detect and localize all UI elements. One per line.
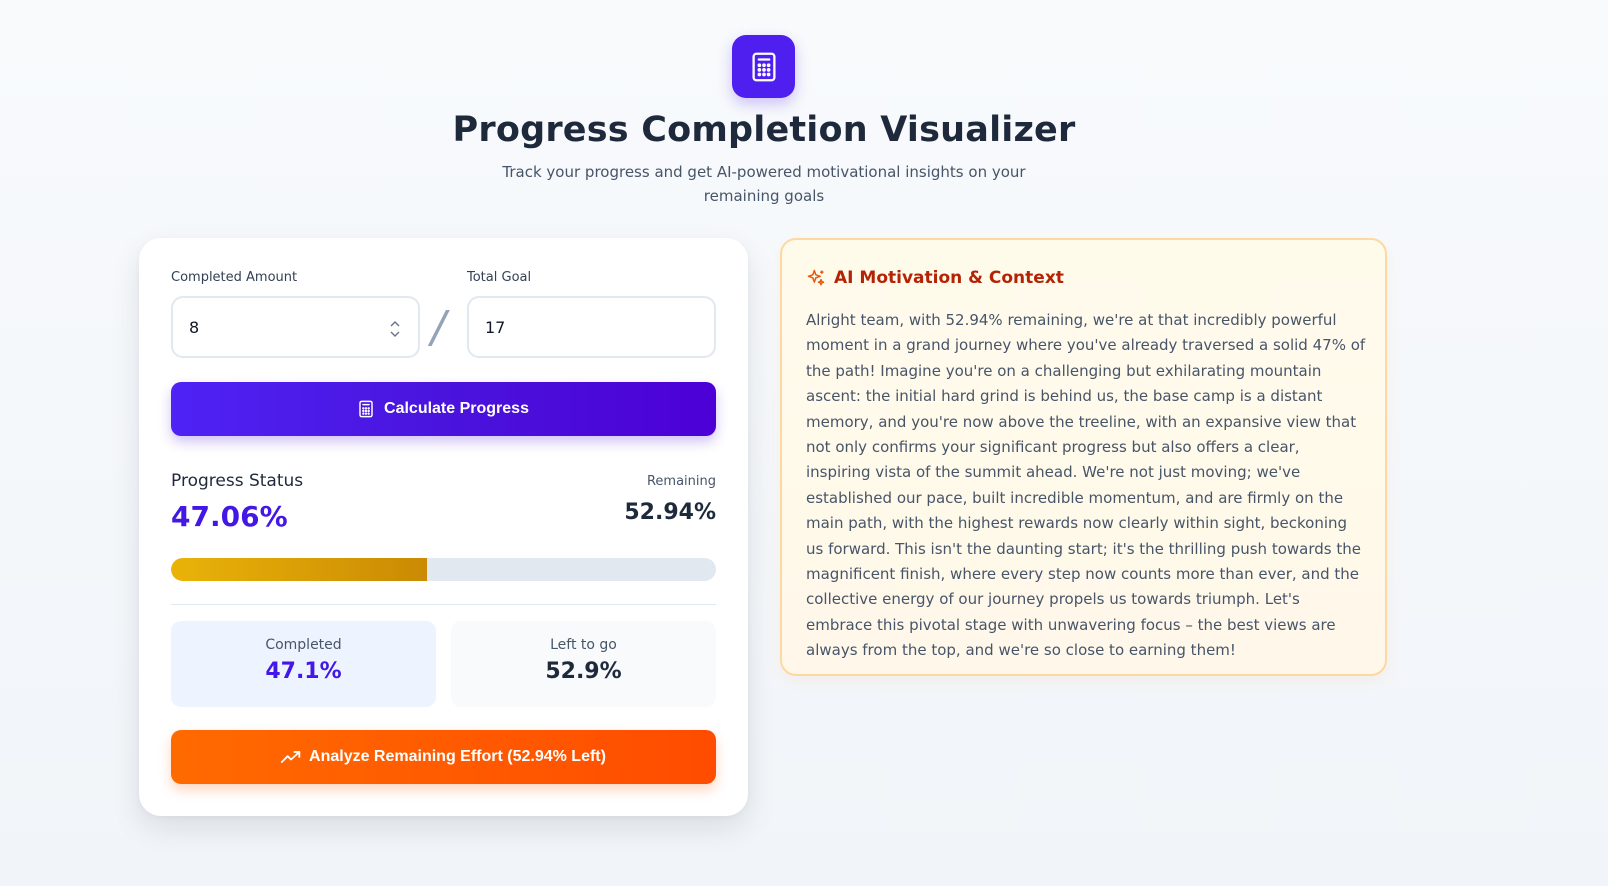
completed-amount-input[interactable]: 8 xyxy=(171,296,420,358)
calculate-progress-button[interactable]: Calculate Progress xyxy=(171,382,716,436)
progress-bar xyxy=(171,558,716,581)
total-goal-value: 17 xyxy=(485,317,506,337)
sparkles-icon xyxy=(807,269,825,286)
app-logo xyxy=(732,35,795,98)
remaining-label: Remaining xyxy=(646,474,716,489)
left-stat-value: 52.9% xyxy=(545,659,622,684)
completed-stat-value: 47.1% xyxy=(265,659,342,684)
page-subtitle: Track your progress and get AI-powered m… xyxy=(502,163,1026,205)
ai-motivation-header: AI Motivation & Context xyxy=(806,268,1064,288)
analyze-remaining-label: Analyze Remaining Effort (52.94% Left) xyxy=(309,748,606,765)
divider xyxy=(171,604,716,605)
ai-motivation-title: AI Motivation & Context xyxy=(834,268,1064,288)
remaining-percent: 52.94% xyxy=(624,500,716,525)
calculator-icon xyxy=(359,400,373,418)
completed-amount-label: Completed Amount xyxy=(171,270,298,285)
ai-motivation-card: AI Motivation & Context Alright team, wi… xyxy=(780,238,1387,676)
progress-percent: 47.06% xyxy=(171,500,288,533)
total-goal-input[interactable]: 17 xyxy=(467,296,716,358)
progress-card: Completed Amount 8 / Total Goal 17 Calcu… xyxy=(139,238,748,816)
total-goal-label: Total Goal xyxy=(467,270,532,285)
trending-up-icon xyxy=(281,751,301,763)
ai-motivation-text: Alright team, with 52.94% remaining, we'… xyxy=(806,311,1366,660)
completed-amount-value: 8 xyxy=(189,317,200,337)
left-stat-label: Left to go xyxy=(550,637,617,653)
left-stat-box: Left to go 52.9% xyxy=(451,621,716,707)
completed-stat-label: Completed xyxy=(265,637,342,653)
analyze-remaining-button[interactable]: Analyze Remaining Effort (52.94% Left) xyxy=(171,730,716,784)
separator-slash: / xyxy=(431,302,446,353)
page-title: Progress Completion Visualizer xyxy=(452,110,1076,150)
calculator-icon xyxy=(751,52,776,81)
progress-status-label: Progress Status xyxy=(171,471,304,491)
completed-stat-box: Completed 47.1% xyxy=(171,621,436,707)
progress-bar-fill xyxy=(171,558,428,581)
number-spinner-icon[interactable] xyxy=(390,319,400,339)
calculate-progress-label: Calculate Progress xyxy=(384,400,529,417)
